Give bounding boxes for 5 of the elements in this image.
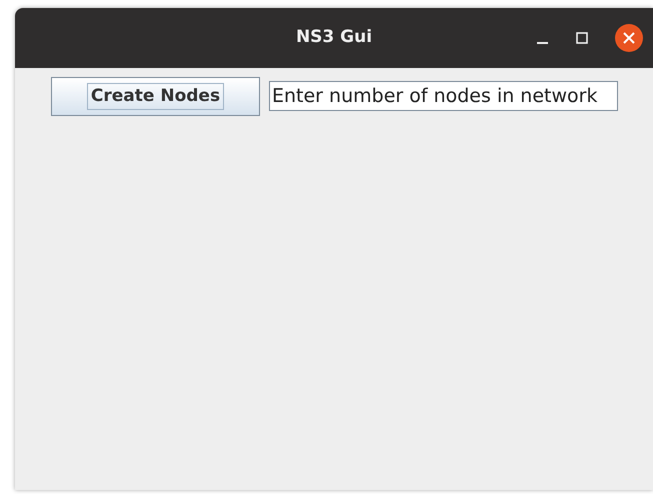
create-nodes-button[interactable]: Create Nodes: [51, 77, 260, 116]
nodes-input-field[interactable]: Enter number of nodes in network: [269, 81, 618, 111]
maximize-icon[interactable]: [575, 31, 589, 45]
window-title: NS3 Gui: [296, 26, 372, 50]
close-icon[interactable]: [615, 24, 643, 52]
